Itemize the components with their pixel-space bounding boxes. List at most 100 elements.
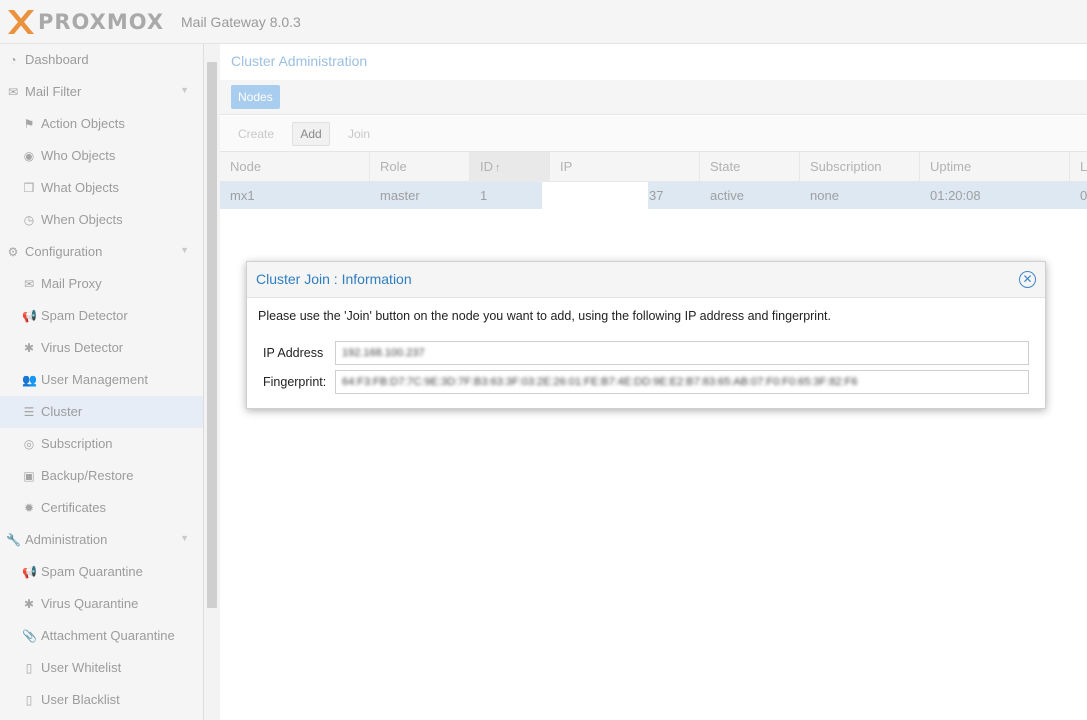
- cell-load: 0: [1080, 188, 1087, 203]
- sidebar-item-label: User Whitelist: [41, 660, 122, 675]
- certificate-icon: ✹: [23, 501, 35, 515]
- cell-subscription: none: [810, 188, 839, 203]
- column-header-load[interactable]: L: [1070, 152, 1087, 182]
- sidebar-item-action-objects[interactable]: ⚑ Action Objects: [0, 108, 203, 140]
- sidebar-item-subscription[interactable]: ◎ Subscription: [0, 428, 203, 460]
- column-header-ip[interactable]: IP: [550, 152, 700, 182]
- sidebar-item-label: Attachment Quarantine: [41, 628, 175, 643]
- sidebar-item-virus-detector[interactable]: ✱ Virus Detector: [0, 332, 203, 364]
- sidebar-item-label: Action Objects: [41, 116, 125, 131]
- cell-id: 1: [480, 188, 488, 203]
- table-row[interactable]: mx1 master 1 37 active none 01:20:08 0: [220, 182, 1087, 209]
- sidebar-item-user-management[interactable]: 👥 User Management: [0, 364, 203, 396]
- dialog-message: Please use the 'Join' button on the node…: [258, 309, 831, 323]
- chevron-down-icon[interactable]: ▼: [180, 85, 189, 95]
- sidebar-item-label: Subscription: [41, 436, 113, 451]
- cell-uptime: 01:20:08: [930, 188, 981, 203]
- sidebar-item-spam-detector[interactable]: 📢 Spam Detector: [0, 300, 203, 332]
- sidebar-item-label: Administration: [25, 532, 108, 547]
- bug-icon: ✱: [23, 341, 35, 355]
- join-button[interactable]: Join: [340, 122, 378, 146]
- fingerprint-field[interactable]: 64:F3:FB:D7:7C:9E:3D:7F:B3:63:3F:03:2E:2…: [335, 370, 1029, 394]
- cell-state: active: [710, 188, 744, 203]
- top-header: PROXMOX Mail Gateway 8.0.3: [0, 0, 1087, 44]
- sidebar-item-label: Configuration: [25, 244, 103, 259]
- tab-bar: Nodes: [220, 80, 1087, 115]
- sidebar-item-cluster[interactable]: ☰ Cluster: [0, 396, 203, 428]
- product-version: Mail Gateway 8.0.3: [181, 14, 301, 30]
- proxmox-x-icon: [8, 10, 34, 34]
- column-header-state[interactable]: State: [700, 152, 800, 182]
- floppy-icon: ▣: [23, 469, 35, 483]
- tab-nodes[interactable]: Nodes: [231, 85, 280, 109]
- file-icon: ▯: [25, 693, 33, 707]
- sidebar-item-label: Dashboard: [25, 52, 89, 67]
- sidebar-item-label: User Blacklist: [41, 692, 120, 707]
- flag-icon: ⚑: [23, 117, 35, 131]
- dialog-header: Cluster Join : Information ✕: [247, 262, 1045, 298]
- bullhorn-icon: 📢: [22, 565, 37, 579]
- sidebar-item-label: Who Objects: [41, 148, 116, 163]
- column-header-role[interactable]: Role: [370, 152, 470, 182]
- sidebar-item-mail-proxy[interactable]: ✉ Mail Proxy: [0, 268, 203, 300]
- ip-address-value: 192.168.100.237: [342, 347, 425, 359]
- bullhorn-icon: 📢: [22, 309, 37, 323]
- sidebar-item-dashboard[interactable]: ◔ Dashboard: [0, 44, 203, 76]
- toolbar: Create Add Join: [220, 116, 1087, 152]
- paperclip-icon: 📎: [22, 629, 37, 643]
- sidebar-item-label: Spam Detector: [41, 308, 128, 323]
- sidebar-item-certificates[interactable]: ✹ Certificates: [0, 492, 203, 524]
- create-button[interactable]: Create: [230, 122, 282, 146]
- page-title: Cluster Administration: [231, 53, 368, 69]
- sidebar-item-user-whitelist[interactable]: ▯ User Whitelist: [0, 652, 203, 684]
- sidebar-item-configuration[interactable]: ⚙ Configuration ▼: [0, 236, 203, 268]
- navigation-tree: ◔ Dashboard ✉ Mail Filter ▼ ⚑ Action Objects ◉ W…: [0, 44, 204, 720]
- server-icon: ☰: [23, 405, 35, 419]
- sidebar-item-what-objects[interactable]: ❒ What Objects: [0, 172, 203, 204]
- support-icon: ◎: [23, 437, 35, 451]
- file-icon: ▯: [25, 661, 33, 675]
- grid-header: Node Role ID ↑ IP State Subscription Upti…: [220, 152, 1087, 182]
- envelope-icon: ✉: [7, 85, 19, 99]
- sidebar-item-spam-quarantine[interactable]: 📢 Spam Quarantine: [0, 556, 203, 588]
- sort-ascending-icon: ↑: [495, 162, 501, 174]
- chevron-down-icon[interactable]: ▼: [180, 245, 189, 255]
- sidebar-item-label: When Objects: [41, 212, 123, 227]
- cluster-join-dialog: Cluster Join : Information ✕ Please use …: [246, 261, 1046, 409]
- dialog-title: Cluster Join : Information: [256, 271, 412, 287]
- wrench-icon: 🔧: [6, 533, 21, 547]
- column-header-id[interactable]: ID ↑: [470, 152, 550, 182]
- column-header-subscription[interactable]: Subscription: [800, 152, 920, 182]
- sidebar-item-label: Certificates: [41, 500, 107, 515]
- sidebar-item-user-blacklist[interactable]: ▯ User Blacklist: [0, 684, 203, 716]
- sidebar-item-label: User Management: [41, 372, 148, 387]
- column-header-uptime[interactable]: Uptime: [920, 152, 1070, 182]
- sidebar-item-label: Mail Filter: [25, 84, 82, 99]
- sidebar-item-administration[interactable]: 🔧 Administration ▼: [0, 524, 203, 556]
- sidebar-item-mail-filter[interactable]: ✉ Mail Filter ▼: [0, 76, 203, 108]
- sidebar-item-label: Mail Proxy: [41, 276, 102, 291]
- envelope-outline-icon: ✉: [23, 277, 35, 291]
- cell-node: mx1: [230, 188, 255, 203]
- ip-address-field[interactable]: 192.168.100.237: [335, 341, 1029, 365]
- bug-icon: ✱: [23, 597, 35, 611]
- proxmox-logo: PROXMOX: [6, 8, 176, 36]
- sidebar-item-when-objects[interactable]: ◷ When Objects: [0, 204, 203, 236]
- sidebar-item-virus-quarantine[interactable]: ✱ Virus Quarantine: [0, 588, 203, 620]
- dashboard-icon: ◔: [9, 53, 17, 67]
- cube-icon: ❒: [23, 181, 35, 195]
- sidebar-item-backup-restore[interactable]: ▣ Backup/Restore: [0, 460, 203, 492]
- logo-text: PROXMOX: [38, 10, 165, 34]
- sidebar-item-attachment-quarantine[interactable]: 📎 Attachment Quarantine: [0, 620, 203, 652]
- redacted-ip-mask: [542, 182, 648, 209]
- chevron-down-icon[interactable]: ▼: [180, 533, 189, 543]
- cell-role: master: [380, 188, 420, 203]
- clock-icon: ◷: [23, 213, 35, 227]
- sidebar-scrollbar-thumb[interactable]: [207, 62, 217, 608]
- column-header-node[interactable]: Node: [220, 152, 370, 182]
- column-header-id-label: ID: [480, 159, 493, 174]
- close-icon[interactable]: ✕: [1019, 271, 1036, 288]
- sidebar-item-who-objects[interactable]: ◉ Who Objects: [0, 140, 203, 172]
- sidebar-item-label: What Objects: [41, 180, 120, 195]
- add-button[interactable]: Add: [292, 122, 330, 146]
